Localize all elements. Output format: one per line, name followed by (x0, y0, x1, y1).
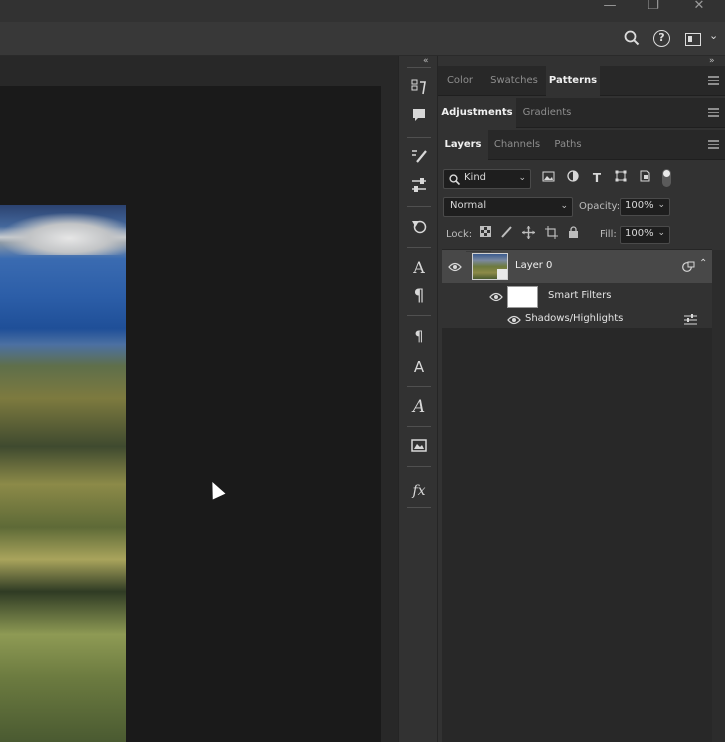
collapse-right-icon[interactable]: » (709, 56, 715, 66)
collapse-effects-chevron-icon[interactable]: ⌃ (699, 258, 707, 269)
history-icon[interactable] (408, 78, 430, 100)
filter-toggle[interactable] (662, 169, 671, 187)
chevron-down-icon: ⌄ (518, 173, 526, 183)
lock-transparent-icon[interactable] (478, 226, 492, 240)
character-styles-icon[interactable]: A (408, 356, 430, 378)
filter-mask-thumbnail[interactable] (507, 286, 538, 308)
help-glyph: ? (653, 30, 670, 47)
rock-image-detail (0, 213, 126, 255)
smart-object-badge-icon (497, 269, 507, 279)
strip-separator (407, 137, 431, 138)
filter-pixel-icon[interactable] (540, 170, 556, 186)
character-icon[interactable]: A (408, 257, 430, 279)
panel-group-adjustments: Adjustments Gradients (438, 98, 725, 128)
panel-group-color: Color Swatches Patterns (438, 66, 725, 96)
tab-gradients[interactable]: Gradients (516, 98, 578, 128)
minimize-icon[interactable]: — (595, 0, 625, 22)
close-icon[interactable]: ✕ (684, 0, 714, 22)
opacity-value: 100% (625, 200, 654, 211)
filter-smart-object-icon[interactable] (637, 170, 653, 186)
layer-list-empty-area (442, 328, 712, 742)
tab-adjustments[interactable]: Adjustments (438, 98, 516, 128)
workspace-chevron-icon[interactable]: ⌄ (709, 29, 718, 42)
tab-patterns[interactable]: Patterns (546, 66, 600, 96)
tab-color[interactable]: Color (438, 66, 482, 96)
brush-settings-icon[interactable] (408, 147, 430, 169)
paragraph-icon[interactable]: ¶ (408, 285, 430, 307)
paragraph-styles-icon[interactable]: ¶ (408, 326, 430, 348)
layer-thumbnail[interactable] (472, 253, 508, 280)
glyphs-icon[interactable]: A (408, 396, 430, 418)
properties-icon[interactable] (408, 176, 430, 198)
lock-all-icon[interactable] (566, 226, 580, 240)
options-bar: ? ⌄ (0, 22, 725, 56)
collapsed-panels-strip: « A ¶ ¶ A A fx (398, 56, 438, 742)
smart-object-indicator-icon (682, 261, 695, 276)
filter-adjustment-icon[interactable] (565, 170, 581, 186)
strip-separator (407, 507, 431, 508)
visibility-eye-icon[interactable] (448, 262, 462, 272)
blend-mode-select[interactable]: Normal ⌄ (443, 197, 573, 217)
visibility-eye-icon[interactable] (489, 292, 503, 302)
strip-separator (407, 315, 431, 316)
help-icon[interactable]: ? (653, 30, 673, 50)
layers-scrollbar[interactable] (712, 250, 725, 742)
layer-name[interactable]: Layer 0 (515, 260, 552, 271)
layer-divider (466, 251, 491, 252)
title-bar: — ❐ ✕ (0, 0, 725, 22)
filter-type-icon[interactable]: T (589, 170, 605, 186)
blend-mode-label: Normal (450, 200, 487, 211)
filter-blending-options-icon[interactable] (684, 314, 697, 328)
panel-menu-icon[interactable] (708, 140, 719, 149)
filter-name[interactable]: Shadows/Highlights (525, 313, 623, 324)
fill-value: 100% (625, 228, 654, 239)
chevron-down-icon: ⌄ (657, 200, 665, 210)
tab-channels[interactable]: Channels (488, 130, 546, 160)
smart-filters-label[interactable]: Smart Filters (548, 290, 611, 301)
strip-separator (407, 466, 431, 467)
search-icon[interactable] (622, 30, 642, 50)
filter-shape-icon[interactable] (613, 170, 629, 186)
strip-separator (407, 247, 431, 248)
panel-menu-icon[interactable] (708, 108, 719, 117)
lock-label: Lock: (446, 229, 473, 240)
tab-paths[interactable]: Paths (546, 130, 590, 160)
styles-fx-icon[interactable]: fx (408, 480, 430, 502)
lock-pixels-icon[interactable] (499, 226, 513, 240)
libraries-icon[interactable] (408, 436, 430, 458)
tab-layers[interactable]: Layers (438, 130, 488, 160)
panel-menu-icon[interactable] (708, 76, 719, 85)
collapse-left-icon[interactable]: « (423, 56, 429, 66)
opacity-field[interactable]: 100% ⌄ (620, 198, 670, 216)
lock-position-icon[interactable] (521, 226, 535, 240)
opacity-label: Opacity: (579, 201, 621, 212)
tab-swatches[interactable]: Swatches (482, 66, 546, 96)
workspace-icon[interactable] (685, 30, 705, 50)
strip-separator (407, 426, 431, 427)
fill-label: Fill: (600, 229, 617, 240)
fill-field[interactable]: 100% ⌄ (620, 226, 670, 244)
adjust-shape-icon[interactable] (408, 217, 430, 239)
filter-kind-label: Kind (464, 172, 487, 183)
filter-toggle-knob (663, 170, 670, 177)
panel-group-layers: Layers Channels Paths (438, 130, 725, 160)
lock-artboard-icon[interactable] (544, 226, 558, 240)
comment-icon[interactable] (408, 107, 430, 129)
strip-separator (407, 67, 431, 68)
restore-icon[interactable]: ❐ (638, 0, 668, 22)
layer-row-layer-0[interactable]: Layer 0 ⌃ (442, 250, 712, 283)
chevron-down-icon: ⌄ (657, 228, 665, 238)
document-image[interactable] (0, 205, 126, 742)
strip-separator (407, 206, 431, 207)
chevron-down-icon: ⌄ (560, 201, 568, 211)
smart-filters-group: Smart Filters Shadows/Highlights (442, 283, 712, 328)
search-icon (449, 174, 461, 188)
strip-separator (407, 386, 431, 387)
visibility-eye-icon[interactable] (507, 315, 521, 325)
